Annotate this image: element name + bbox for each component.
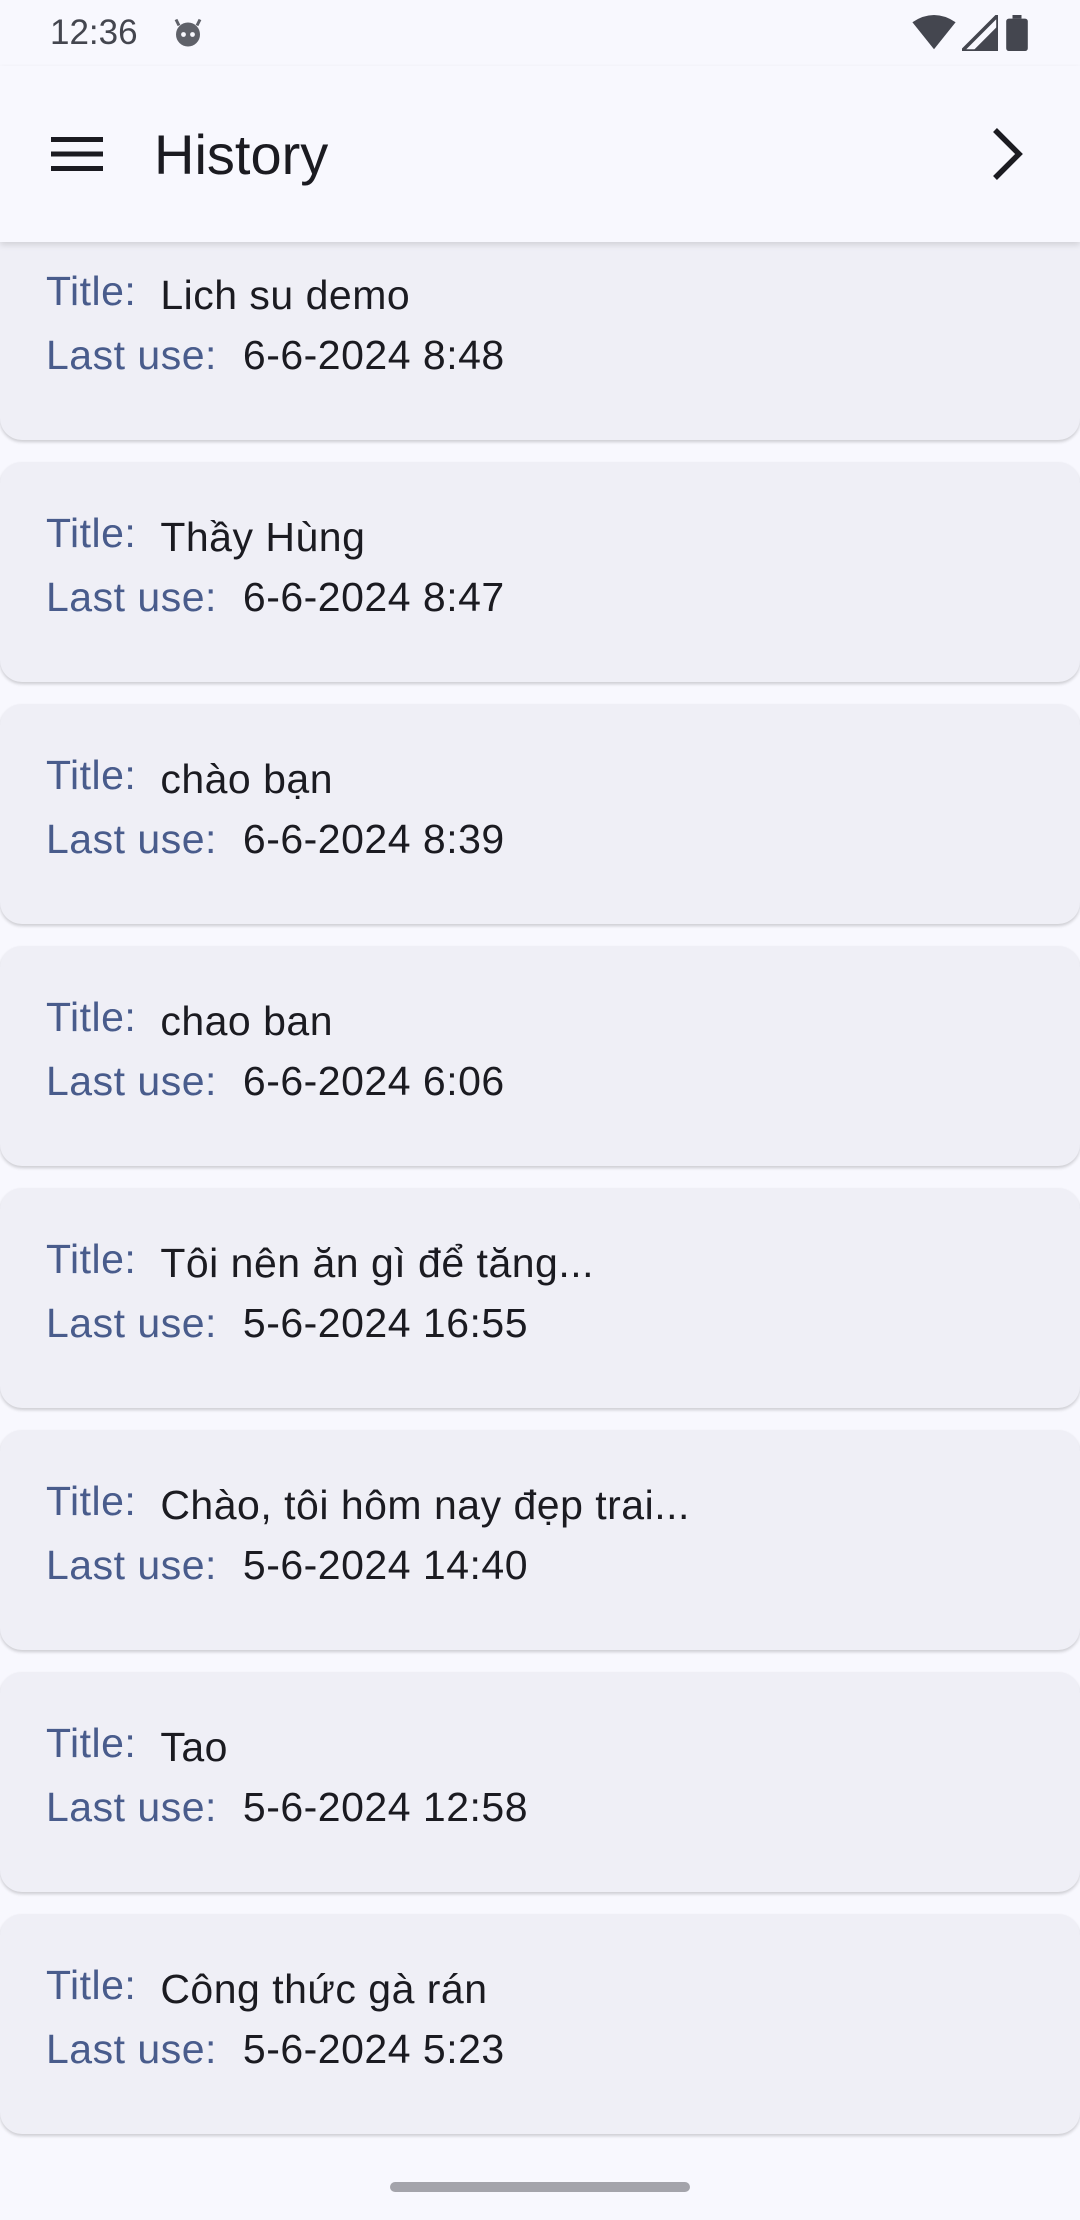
history-last-use: 5-6-2024 5:23	[242, 2026, 505, 2072]
title-label: Title:	[46, 752, 137, 798]
history-card[interactable]: Title: Tôi nên ăn gì để tăng... Last use…	[0, 1188, 1080, 1408]
title-row: Title: Thầy Hùng	[46, 510, 365, 560]
history-title: Chào, tôi hôm nay đẹp trai...	[160, 1482, 690, 1528]
last-use-label: Last use:	[46, 816, 217, 862]
history-title: Thầy Hùng	[160, 514, 366, 560]
title-row: Title: Công thức gà rán	[46, 1962, 488, 2012]
title-row: Title: Tao	[46, 1720, 228, 1770]
last-use-row: Last use: 6-6-2024 8:47	[46, 574, 505, 621]
last-use-row: Last use: 5-6-2024 16:55	[46, 1300, 528, 1347]
menu-button[interactable]	[32, 109, 122, 199]
title-label: Title:	[46, 994, 137, 1040]
history-card[interactable]: Title: Lich su demo Last use: 6-6-2024 8…	[0, 242, 1080, 440]
wifi-icon	[912, 15, 956, 50]
title-label: Title:	[46, 268, 137, 314]
history-title: chào bạn	[160, 756, 334, 802]
title-row: Title: Tôi nên ăn gì để tăng...	[46, 1236, 594, 1286]
last-use-label: Last use:	[46, 1058, 217, 1104]
history-last-use: 6-6-2024 8:47	[242, 574, 505, 620]
title-label: Title:	[46, 1720, 137, 1766]
top-app-bar: History	[0, 66, 1080, 242]
history-title: Tôi nên ăn gì để tăng...	[160, 1240, 595, 1286]
history-last-use: 5-6-2024 14:40	[242, 1542, 529, 1588]
history-card[interactable]: Title: Thầy Hùng Last use: 6-6-2024 8:47	[0, 462, 1080, 682]
gesture-navigation-handle[interactable]	[390, 2182, 690, 2192]
history-title: Lich su demo	[160, 272, 411, 318]
history-last-use: 6-6-2024 6:06	[242, 1058, 505, 1104]
history-title: chao ban	[160, 998, 334, 1044]
last-use-label: Last use:	[46, 574, 217, 620]
last-use-row: Last use: 5-6-2024 5:23	[46, 2026, 505, 2073]
status-time: 12:36	[50, 13, 138, 52]
history-card[interactable]: Title: chào bạn Last use: 6-6-2024 8:39	[0, 704, 1080, 924]
title-row: Title: Lich su demo	[46, 268, 410, 318]
title-label: Title:	[46, 1962, 137, 2008]
last-use-label: Last use:	[46, 1784, 217, 1830]
hamburger-icon	[51, 137, 103, 171]
history-last-use: 5-6-2024 16:55	[242, 1300, 529, 1346]
last-use-label: Last use:	[46, 2026, 217, 2072]
last-use-label: Last use:	[46, 332, 217, 378]
status-bar: 12:36	[0, 0, 1080, 66]
android-notification-icon	[174, 18, 201, 47]
history-title: Công thức gà rán	[160, 1966, 488, 2012]
last-use-row: Last use: 6-6-2024 6:06	[46, 1058, 505, 1105]
last-use-row: Last use: 6-6-2024 8:39	[46, 816, 505, 863]
chevron-right-icon	[993, 128, 1023, 180]
last-use-label: Last use:	[46, 1542, 217, 1588]
last-use-row: Last use: 5-6-2024 12:58	[46, 1784, 528, 1831]
title-row: Title: Chào, tôi hôm nay đẹp trai...	[46, 1478, 690, 1528]
history-card[interactable]: Title: chao ban Last use: 6-6-2024 6:06	[0, 946, 1080, 1166]
title-row: Title: chao ban	[46, 994, 333, 1044]
history-card[interactable]: Title: Chào, tôi hôm nay đẹp trai... Las…	[0, 1430, 1080, 1650]
last-use-row: Last use: 6-6-2024 8:48	[46, 332, 505, 379]
cellular-signal-icon	[962, 15, 998, 51]
title-label: Title:	[46, 1478, 137, 1524]
history-list[interactable]: Title: Lich su demo Last use: 6-6-2024 8…	[0, 242, 1080, 2154]
battery-icon	[1006, 15, 1028, 51]
title-label: Title:	[46, 1236, 137, 1282]
history-last-use: 6-6-2024 8:39	[242, 816, 505, 862]
history-title: Tao	[160, 1724, 228, 1770]
next-button[interactable]	[962, 109, 1052, 199]
page-title: History	[154, 122, 329, 186]
history-card[interactable]: Title: Tao Last use: 5-6-2024 12:58	[0, 1672, 1080, 1892]
history-last-use: 6-6-2024 8:48	[242, 332, 505, 378]
history-card[interactable]: Title: Công thức gà rán Last use: 5-6-20…	[0, 1914, 1080, 2134]
last-use-row: Last use: 5-6-2024 14:40	[46, 1542, 528, 1589]
title-row: Title: chào bạn	[46, 752, 333, 802]
last-use-label: Last use:	[46, 1300, 217, 1346]
title-label: Title:	[46, 510, 137, 556]
history-last-use: 5-6-2024 12:58	[242, 1784, 529, 1830]
